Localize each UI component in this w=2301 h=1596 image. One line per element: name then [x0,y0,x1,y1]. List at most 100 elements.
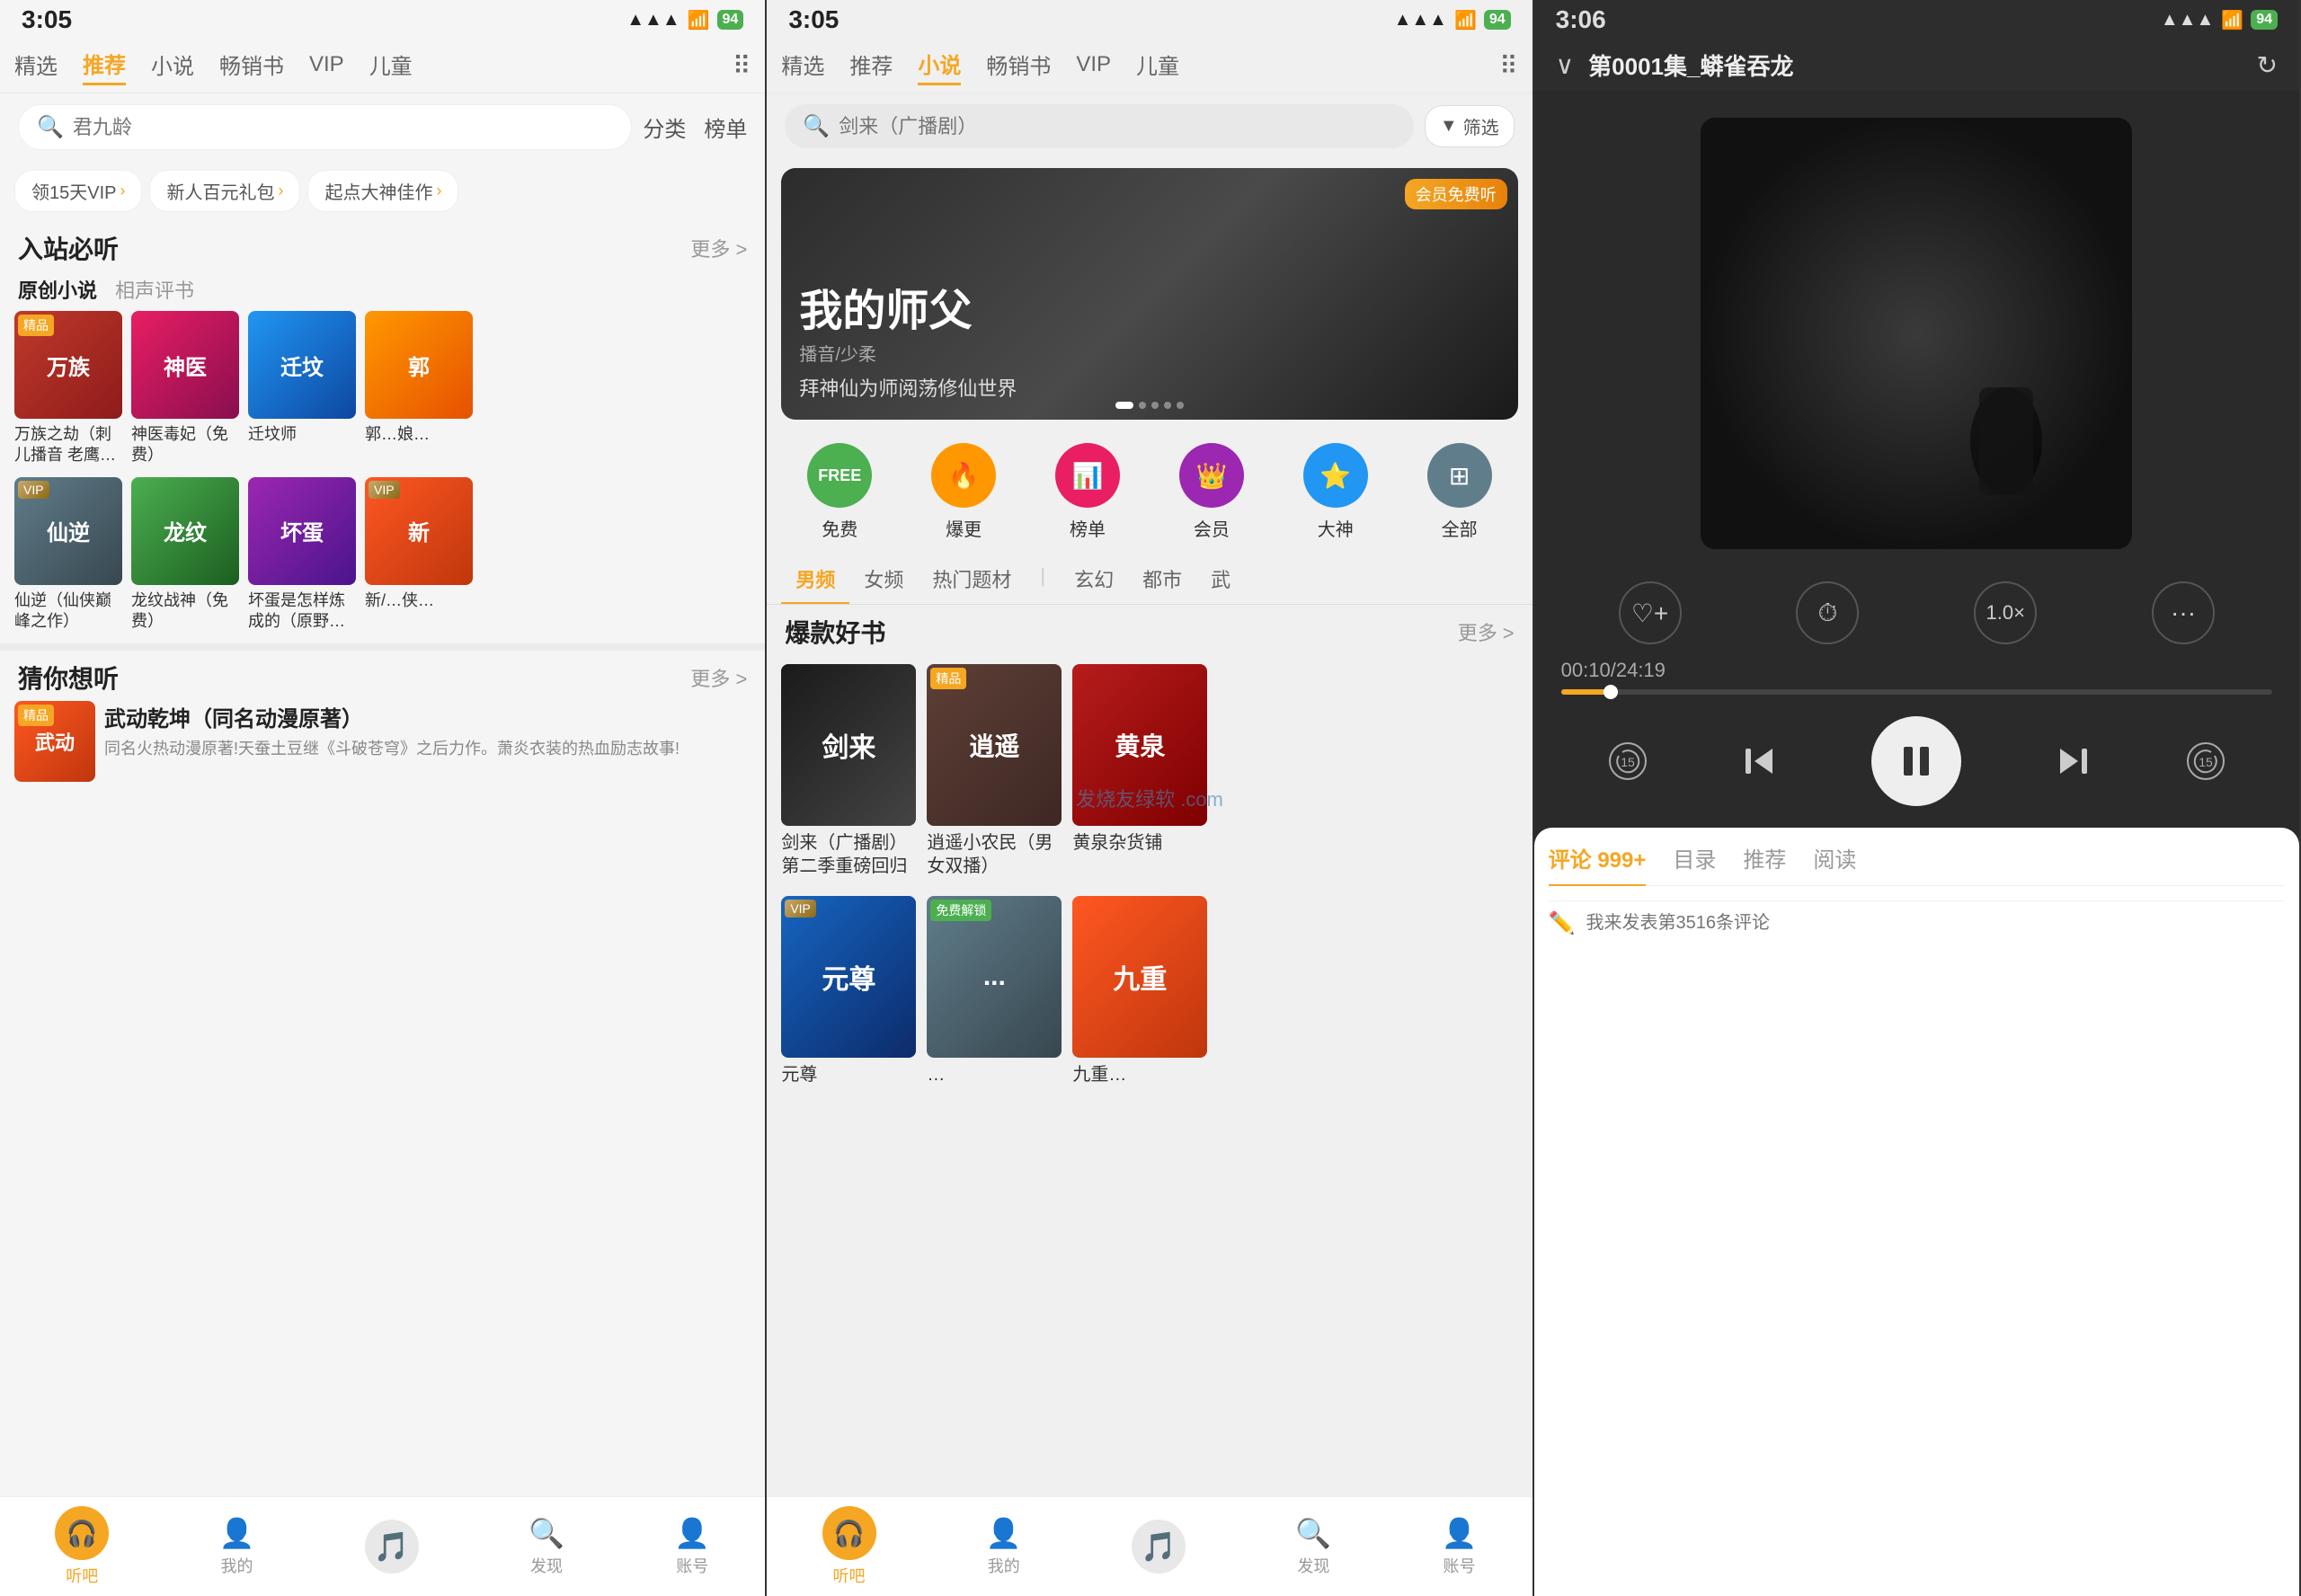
list-item[interactable]: 龙纹 龙纹战神（免费） [131,477,239,633]
section2-more[interactable]: 更多 > [690,663,747,692]
list-item[interactable]: 逍遥 精品 逍遥小农民（男女双播） [927,664,1062,878]
list-item[interactable]: 郭 郭…娘… [365,311,473,466]
nav-more-2[interactable]: ⠿ [1499,51,1518,81]
search-input-2[interactable] [839,115,1396,138]
bottom-nav-discover[interactable]: 🔍 发现 [529,1516,564,1577]
timer-button[interactable]: ⏱ [1796,581,1859,644]
list-item[interactable]: 黄泉 黄泉杂货铺 [1072,664,1207,878]
tab-chanshu-1[interactable]: 畅销书 [219,49,284,84]
banner-vip-badge: 会员免费听 [1405,179,1507,209]
nav-more-1[interactable]: ⠿ [733,51,751,81]
list-item[interactable]: 迁坟 迁坟师 [248,311,356,466]
cat-baogeng[interactable]: 🔥 爆更 [931,443,996,541]
comment-tab-reviews[interactable]: 评论 999+ [1549,842,1647,886]
search-wrap-2[interactable]: 🔍 [785,104,1414,148]
list-item[interactable]: 新 VIP 新/…侠… [365,477,473,633]
tab2-jingxuan[interactable]: 精选 [781,49,824,84]
next-button[interactable] [2051,740,2094,783]
bottom-nav-account[interactable]: 👤 账号 [674,1516,710,1577]
list-item[interactable]: 元尊 VIP 元尊 [781,896,916,1086]
filter-remen[interactable]: 热门题材 [918,555,1026,604]
tab-vip-1[interactable]: VIP [309,52,344,81]
list-item[interactable]: ... 免费解锁 … [927,896,1062,1086]
list-item[interactable]: 剑来 剑来（广播剧）第二季重磅回归 [781,664,916,878]
list-item[interactable]: 坏蛋 坏蛋是怎样炼成的（原野… [248,477,356,633]
comment-tab-read[interactable]: 阅读 [1813,842,1856,874]
filter-wu[interactable]: 武 [1196,555,1245,604]
tab2-chanshu[interactable]: 畅销书 [986,49,1051,84]
list-item[interactable]: 九重 九重… [1072,896,1207,1086]
subtab-pingsheng[interactable]: 相声评书 [115,275,194,304]
bottom-nav-center[interactable]: 🎵 [365,1520,419,1574]
bottom-nav2-center[interactable]: 🎵 [1132,1520,1186,1574]
tab-classify-1[interactable]: 分类 [643,111,686,143]
bottom-nav2-tingshu[interactable]: 🎧 听吧 [822,1506,876,1587]
bottom-nav2-account[interactable]: 👤 账号 [1442,1516,1478,1577]
player-title: 第0001集_蟒雀吞龙 [1588,49,2242,82]
tab-rank-1[interactable]: 榜单 [704,111,747,143]
book-cover-6: 坏蛋 [248,477,356,585]
cat-all[interactable]: ⊞ 全部 [1427,443,1492,541]
book-cover-0: 万族 精品 [14,311,122,419]
hot-cover-2: 黄泉 [1072,664,1207,826]
tab2-xiaoshuo[interactable]: 小说 [918,48,961,85]
recommend-row[interactable]: 武动 精品 武动乾坤（同名动漫原著） 同名火热动漫原著!天蚕土豆继《斗破苍穹》之… [0,701,765,791]
filter-nvpin[interactable]: 女频 [849,555,918,604]
book-title-2: 迁坟师 [248,424,356,445]
list-item[interactable]: 万族 精品 万族之劫（刺儿播音 老鹰… [14,311,122,466]
progress-bar[interactable] [1561,689,2272,695]
like-button[interactable]: ♡+ [1619,581,1682,644]
bottom-nav-my[interactable]: 👤 我的 [219,1516,255,1577]
status-time-2: 3:05 [788,5,839,34]
bottom-nav2-my[interactable]: 👤 我的 [986,1516,1022,1577]
promo-new-btn[interactable]: 新人百元礼包 › [149,170,300,212]
forward-15-button[interactable]: 15 [2184,740,2227,783]
filter-xuanhuan[interactable]: 玄幻 [1060,555,1128,604]
list-item[interactable]: 仙逆 VIP 仙逆（仙侠巅峰之作） [14,477,122,633]
cat-dashen[interactable]: ⭐ 大神 [1303,443,1368,541]
player-menu-button[interactable]: ↻ [2257,50,2278,80]
section1-more[interactable]: 更多 > [690,234,747,262]
filter-nanpin[interactable]: 男频 [781,555,849,604]
promo-master-btn[interactable]: 起点大神佳作 › [307,170,458,212]
tab-tuijian-1[interactable]: 推荐 [83,48,126,85]
center-icon: 🎵 [365,1520,419,1574]
comment-input[interactable] [1586,913,2285,934]
book-title-6: 坏蛋是怎样炼成的（原野… [248,590,356,633]
speed-button[interactable]: 1.0× [1974,581,2037,644]
tab2-ertong[interactable]: 儿童 [1136,49,1179,84]
banner-2[interactable]: 会员免费听 我的师父 播音/少柔 拜神仙为师阅荡修仙世界 [781,168,1517,420]
cat-bangdan[interactable]: 📊 榜单 [1055,443,1120,541]
wifi-icon-2: 📶 [1454,9,1477,31]
hot-badge-1: 精品 [930,668,966,689]
tab-xiaoshuo-1[interactable]: 小说 [151,49,194,84]
cat-huiyuan[interactable]: 👑 会员 [1179,443,1244,541]
subtab-novel[interactable]: 原创小说 [18,275,97,304]
book-cover-7: 新 VIP [365,477,473,585]
more-button[interactable]: ··· [2152,581,2215,644]
promo-vip-btn[interactable]: 领15天VIP › [14,170,142,212]
back-button[interactable]: ∨ [1556,50,1575,80]
tab2-tuijian[interactable]: 推荐 [849,49,893,84]
rewind-15-button[interactable]: 15 [1606,740,1649,783]
pause-button[interactable] [1871,716,1961,806]
cat-free[interactable]: FREE 免费 [807,443,872,541]
tab2-vip[interactable]: VIP [1076,52,1111,81]
book-grid-1: 万族 精品 万族之劫（刺儿播音 老鹰… 神医 神医毒妃（免费） 迁坟 迁坟师 郭… [0,311,765,477]
vip-title-1: … [927,1063,1062,1086]
filter-chip[interactable]: ▼ 筛选 [1425,105,1515,147]
hot-more[interactable]: 更多 > [1458,617,1515,646]
previous-button[interactable] [1738,740,1781,783]
search-wrap-1[interactable]: 🔍 [18,104,632,150]
bottom-nav2-discover[interactable]: 🔍 发现 [1295,1516,1331,1577]
comment-tab-catalog[interactable]: 目录 [1673,842,1716,874]
comment-tab-recommend[interactable]: 推荐 [1743,842,1786,874]
tab-ertong-1[interactable]: 儿童 [369,49,413,84]
book-title-0: 万族之劫（刺儿播音 老鹰… [14,424,122,466]
bottom-nav-tingshu[interactable]: 🎧 听吧 [55,1506,109,1587]
list-item[interactable]: 神医 神医毒妃（免费） [131,311,239,466]
filter-dushi[interactable]: 都市 [1128,555,1196,604]
banner-title: 我的师父 [799,288,1017,336]
tab-jingxuan-1[interactable]: 精选 [14,49,58,84]
search-input-1[interactable] [73,116,613,139]
